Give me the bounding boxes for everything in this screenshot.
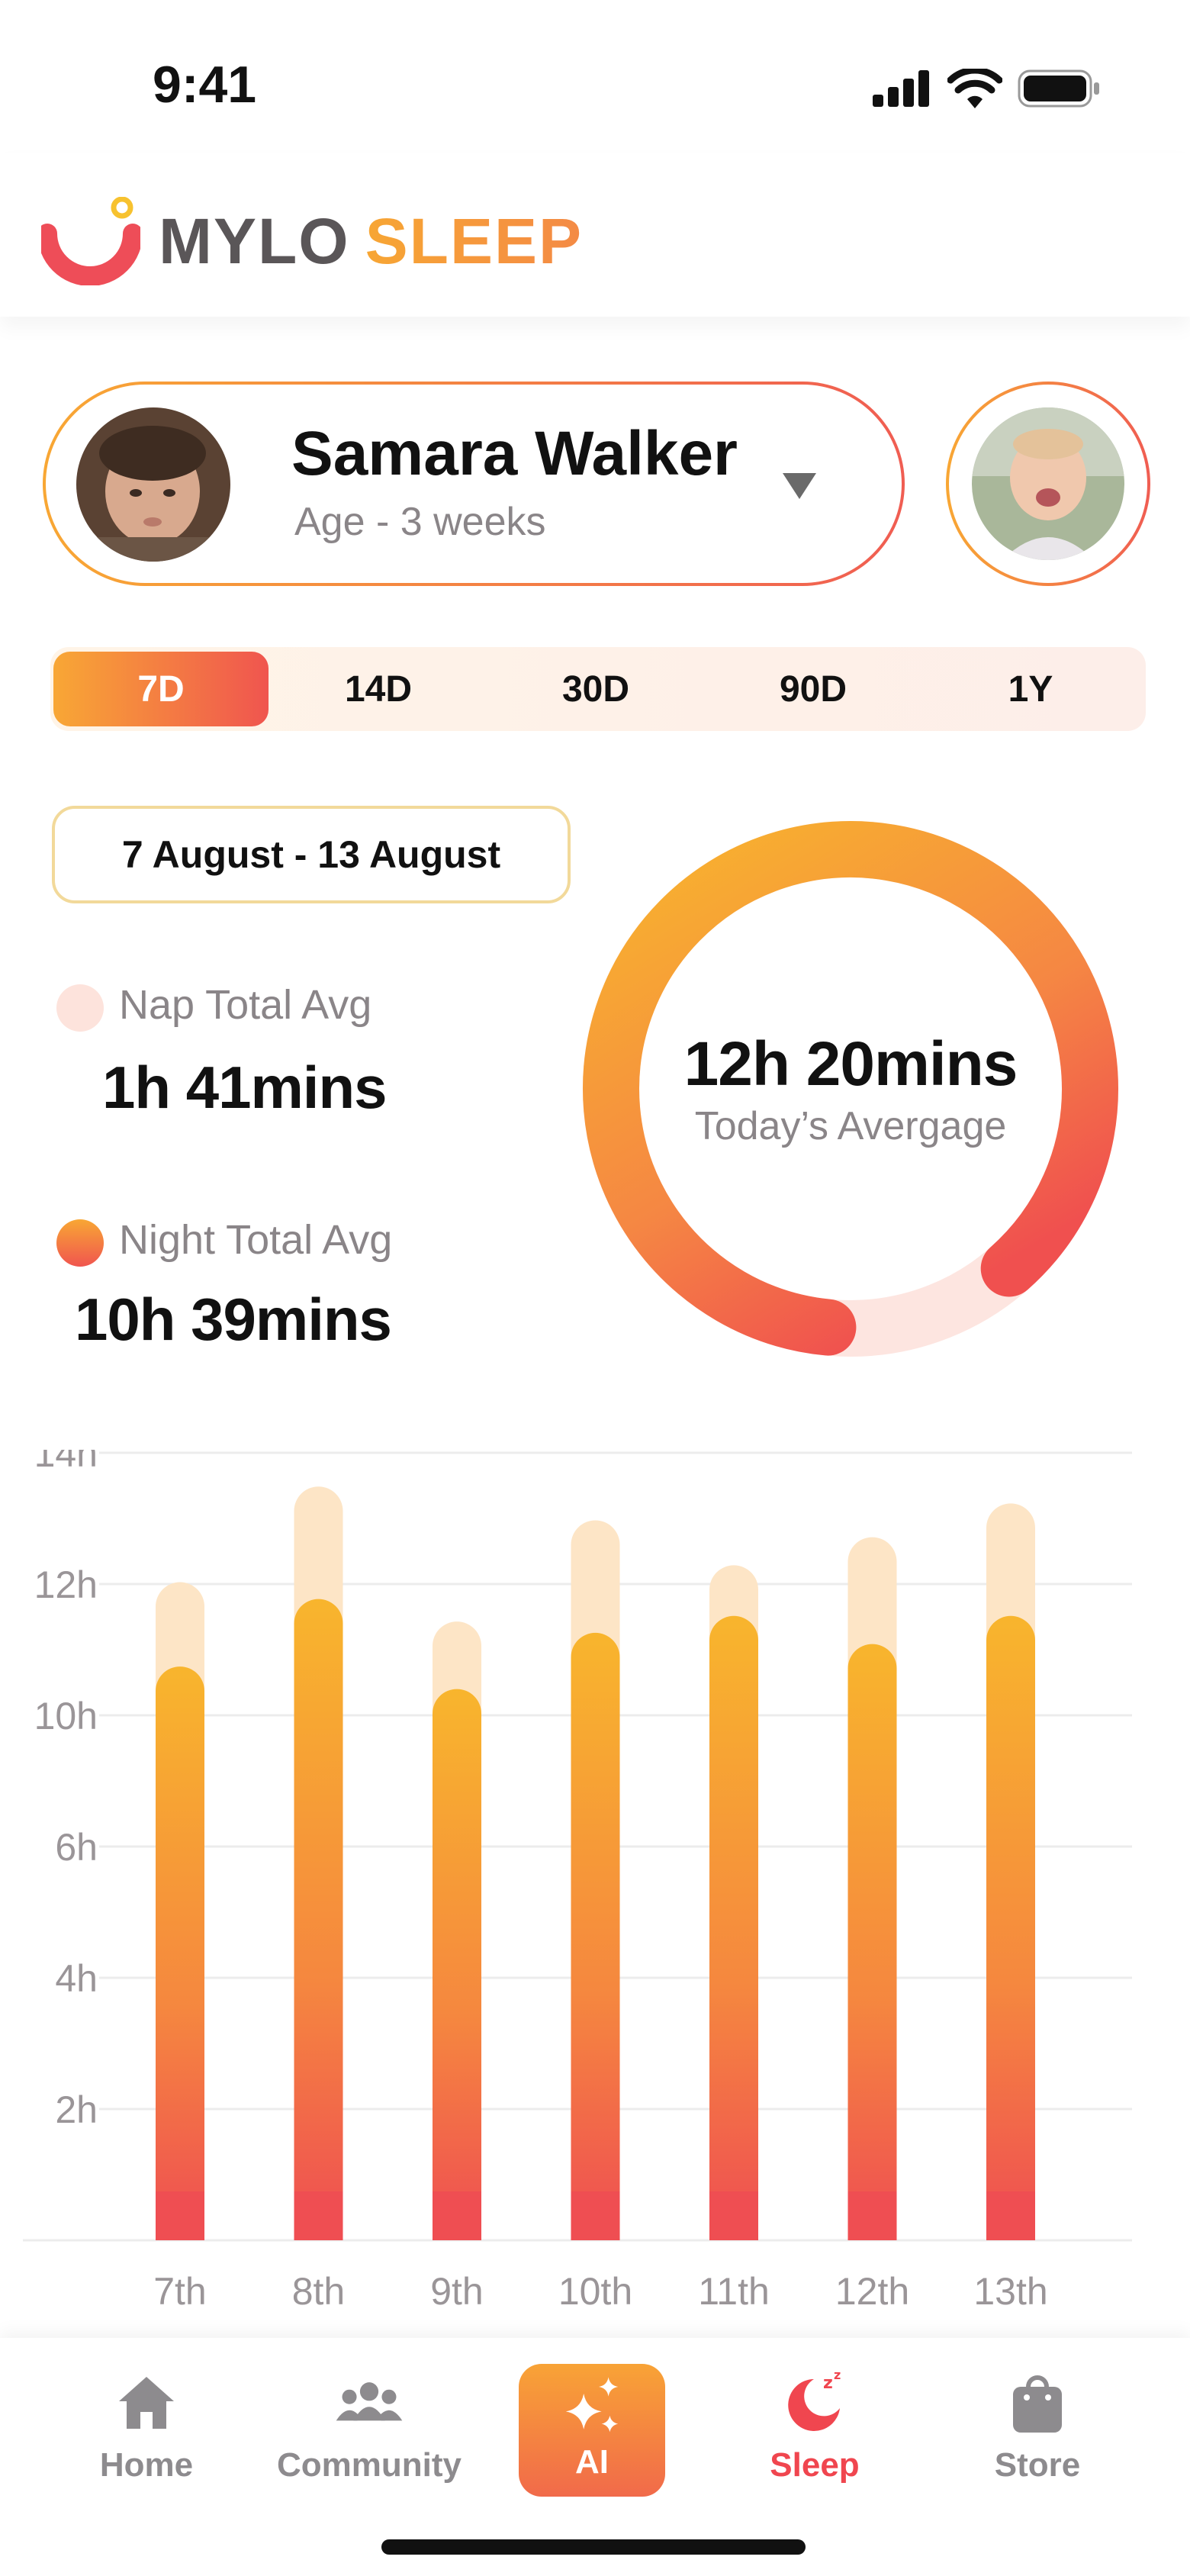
night-bar: [847, 1644, 897, 2236]
x-tick-label: 10th: [558, 2270, 632, 2313]
night-bar-base: [986, 2191, 1035, 2240]
battery-icon: [1018, 69, 1099, 108]
x-tick-label: 7th: [153, 2270, 207, 2313]
y-tick-label: 10h: [34, 1695, 98, 1737]
sparkle-icon: [558, 2373, 626, 2442]
sleep-moon-icon: z z: [780, 2368, 849, 2437]
logo-brand-secondary: SLEEP: [365, 204, 584, 277]
nav-community[interactable]: Community: [270, 2368, 468, 2484]
status-icons: [873, 66, 1102, 111]
y-tick-label: 12h: [34, 1563, 98, 1606]
status-time: 9:41: [153, 56, 257, 114]
nav-store-label: Store: [994, 2446, 1081, 2484]
range-tabs: 7D 14D 30D 90D 1Y: [50, 647, 1146, 731]
night-bar-base: [571, 2191, 620, 2240]
mylo-smile-logo-icon: [41, 197, 140, 285]
night-bar-base: [156, 2191, 204, 2240]
night-bar: [986, 1615, 1035, 2236]
nav-sleep[interactable]: z z Sleep: [716, 2368, 914, 2484]
tab-90d[interactable]: 90D: [706, 652, 921, 726]
second-child-avatar: [972, 407, 1124, 560]
nav-home-label: Home: [99, 2446, 194, 2484]
nav-store[interactable]: Store: [938, 2368, 1137, 2484]
today-average-value: 12h 20mins: [683, 1029, 1018, 1099]
y-tick-label: 2h: [55, 2088, 98, 2131]
nav-home[interactable]: Home: [47, 2368, 246, 2484]
night-bar-base: [709, 2191, 758, 2240]
night-bar: [709, 1615, 758, 2236]
tab-7d[interactable]: 7D: [53, 652, 269, 726]
x-tick-label: 13th: [973, 2270, 1047, 2313]
night-bar: [571, 1632, 620, 2236]
home-indicator: [381, 2539, 806, 2555]
night-total-avg-value: 10h 39mins: [75, 1286, 392, 1353]
night-bar-base: [847, 2191, 897, 2240]
tab-1y[interactable]: 1Y: [923, 652, 1138, 726]
night-bar: [433, 1689, 481, 2236]
app-logo: MYLO SLEEP: [41, 197, 583, 285]
cellular-signal-icon: [873, 70, 929, 107]
shopping-bag-icon: [1003, 2368, 1072, 2437]
x-tick-label: 9th: [430, 2270, 484, 2313]
status-bar: 9:41: [0, 0, 1190, 153]
logo-text: MYLO SLEEP: [159, 204, 583, 279]
svg-text:z: z: [823, 2374, 833, 2393]
night-bar: [294, 1599, 343, 2236]
tab-30d[interactable]: 30D: [488, 652, 703, 726]
x-tick-label: 12th: [835, 2270, 909, 2313]
nav-ai-label: AI: [575, 2443, 609, 2481]
nav-community-label: Community: [277, 2446, 462, 2484]
nap-total-avg-label: Nap Total Avg: [119, 982, 372, 1028]
today-average-caption: Today’s Avergage: [694, 1104, 1007, 1148]
switch-child-avatar-button[interactable]: [946, 382, 1150, 586]
sleep-bar-chart: 2h 4h 6h 10h 12h 14h 7th 8th 9th 10th 11th 12th 13th: [23, 1450, 1132, 2313]
child-age: Age - 3 weeks: [294, 500, 546, 544]
y-tick-label: 4h: [55, 1957, 98, 2000]
child-name: Samara Walker: [291, 419, 738, 488]
caret-down-icon[interactable]: [783, 473, 816, 499]
child-avatar: [76, 407, 230, 562]
night-total-avg-label: Night Total Avg: [119, 1217, 393, 1263]
night-bar-base: [433, 2191, 481, 2240]
date-range-pill[interactable]: 7 August - 13 August: [52, 806, 571, 903]
nav-sleep-label: Sleep: [770, 2446, 860, 2484]
wifi-icon: [947, 69, 1002, 108]
child-profile-selector[interactable]: Samara Walker Age - 3 weeks: [43, 382, 905, 586]
night-bar: [156, 1666, 204, 2236]
nav-ai-button[interactable]: AI: [519, 2364, 665, 2497]
night-legend-dot: [56, 1219, 104, 1267]
night-bar-base: [294, 2191, 343, 2240]
logo-brand-primary: MYLO: [159, 204, 350, 277]
nap-legend-dot: [56, 984, 104, 1032]
x-tick-label: 11th: [698, 2270, 770, 2313]
y-tick-label: 14h: [34, 1450, 98, 1475]
donut-center-label: 12h 20mins Today’s Avergage: [581, 819, 1120, 1358]
nap-total-avg-value: 1h 41mins: [102, 1054, 388, 1121]
community-icon: [335, 2368, 404, 2437]
svg-text:z: z: [834, 2370, 841, 2382]
x-tick-label: 8th: [292, 2270, 346, 2313]
y-tick-label: 6h: [55, 1826, 98, 1869]
tab-14d[interactable]: 14D: [271, 652, 486, 726]
home-icon: [112, 2368, 181, 2437]
